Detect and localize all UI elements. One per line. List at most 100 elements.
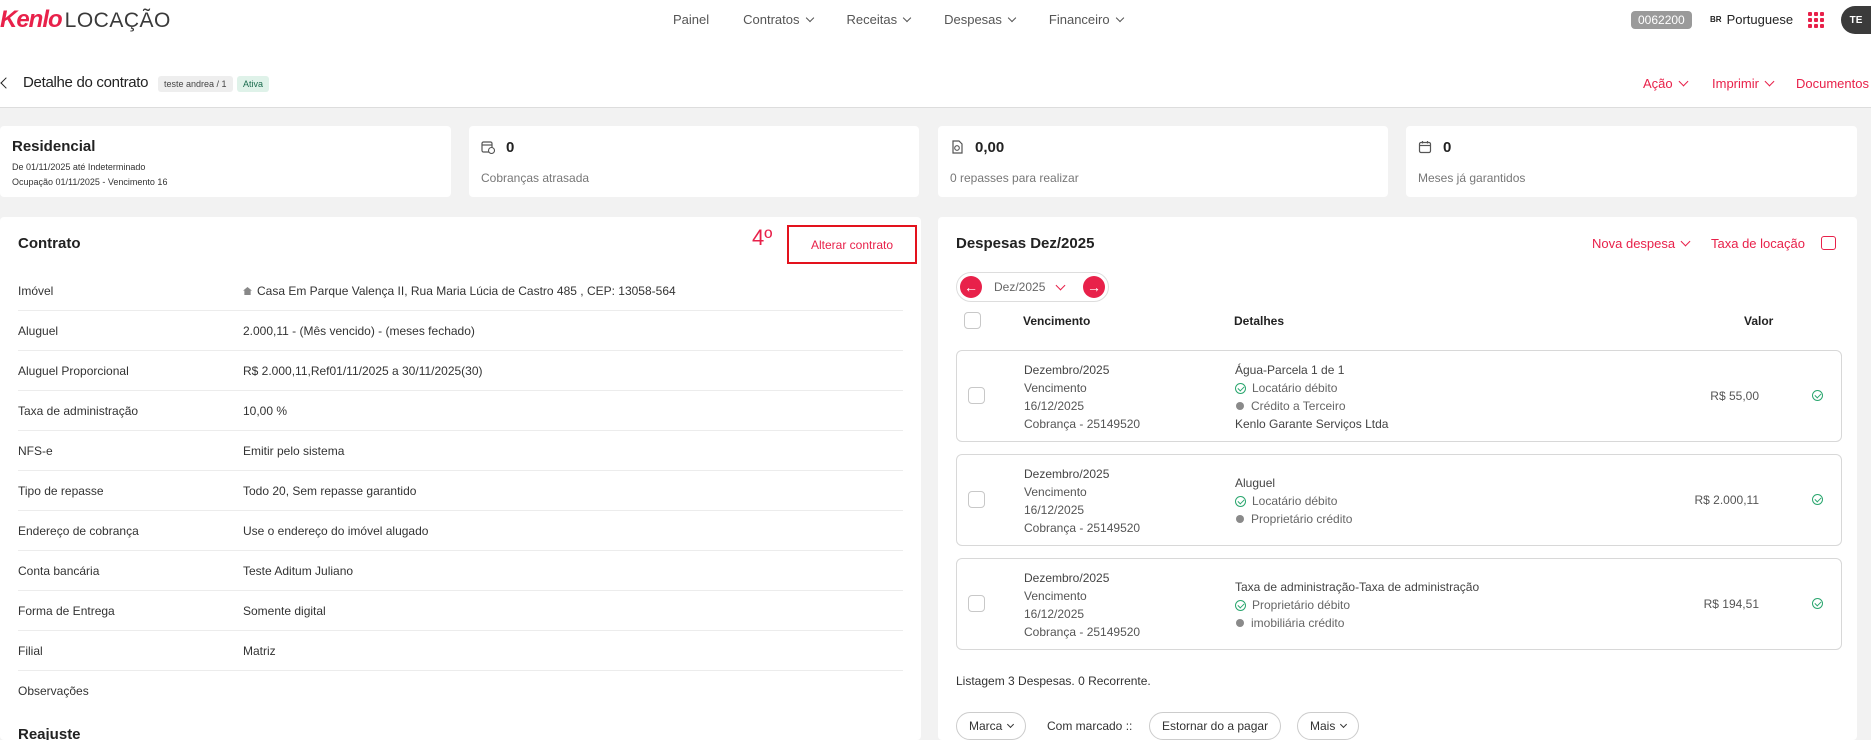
select-all-checkbox[interactable] [964, 312, 981, 329]
nav-despesas[interactable]: Despesas [944, 12, 1017, 27]
summary-card-cobrancas: 0 Cobranças atrasada [469, 126, 919, 197]
row-checkbox[interactable] [968, 491, 985, 508]
due-label: Vencimento [1024, 381, 1087, 395]
nav-contratos-label: Contratos [743, 12, 800, 27]
user-avatar[interactable]: TE [1841, 6, 1871, 34]
month-dropdown[interactable]: Dez/2025 [994, 280, 1066, 294]
expense-title: Aluguel [1235, 476, 1276, 490]
row-key: Aluguel Proporcional [18, 364, 129, 378]
nav-painel[interactable]: Painel [673, 12, 709, 27]
taxa-locacao-link[interactable]: Taxa de locação [1711, 236, 1805, 251]
row-key: Forma de Entrega [18, 604, 115, 618]
expense-row[interactable]: Dezembro/2025 Vencimento 16/12/2025 Cobr… [956, 350, 1842, 442]
expenses-table-header: Vencimento Detalhes Valor [956, 312, 1832, 336]
taxa-locacao-label: Taxa de locação [1711, 236, 1805, 251]
cobranca-ref: Cobrança - 25149520 [1024, 521, 1141, 535]
next-month-arrow-icon[interactable]: → [1083, 276, 1105, 298]
chevron-down-icon [805, 13, 814, 22]
acao-menu-button[interactable]: Ação [1643, 76, 1689, 91]
kenlo-logo[interactable]: Kenlo LOCAÇÃO [0, 6, 171, 34]
nav-painel-label: Painel [673, 12, 710, 27]
mais-label: Mais [1310, 719, 1336, 733]
nova-despesa-button[interactable]: Nova despesa [1592, 236, 1691, 251]
expense-details: Aluguel Locatário débito Proprietário cr… [1235, 474, 1352, 528]
overdue-label: Cobranças atrasada [481, 171, 590, 185]
nav-financeiro[interactable]: Financeiro [1049, 12, 1124, 27]
row-key: Imóvel [18, 284, 54, 298]
mais-dropdown[interactable]: Mais [1297, 712, 1360, 740]
back-arrow-icon[interactable] [0, 77, 12, 89]
cobranca-ref: Cobrança - 25149520 [1024, 625, 1141, 639]
prev-month-arrow-icon[interactable]: ← [960, 276, 982, 298]
due-info: Dezembro/2025 Vencimento 16/12/2025 Cobr… [1024, 361, 1140, 433]
check-circle-icon [1235, 495, 1246, 507]
contract-row-aluguel: Aluguel 2.000,11 - (Mês vencido) - (mese… [18, 311, 903, 351]
due-label: Vencimento [1024, 485, 1087, 499]
contract-tag: teste andrea / 1 [158, 76, 233, 92]
status-debit: Locatário débito [1252, 381, 1338, 395]
row-checkbox[interactable] [968, 595, 985, 612]
row-key: Tipo de repasse [18, 484, 104, 498]
due-date: 16/12/2025 [1024, 399, 1085, 413]
alter-contract-button[interactable]: Alterar contrato [787, 225, 917, 264]
expenses-panel: Despesas Dez/2025 Nova despesa Taxa de l… [938, 217, 1857, 740]
contract-row-conta-bancaria: Conta bancária Teste Aditum Juliano [18, 551, 903, 591]
expense-value: R$ 55,00 [1710, 389, 1759, 403]
contract-title: Contrato [18, 235, 81, 252]
listing-summary: Listagem 3 Despesas. 0 Recorrente. [956, 674, 1151, 688]
nav-contratos[interactable]: Contratos [743, 12, 814, 27]
nova-despesa-label: Nova despesa [1592, 236, 1676, 251]
summary-card-meses: 0 Meses já garantidos [1406, 126, 1857, 197]
row-key: Endereço de cobrança [18, 524, 139, 538]
chevron-down-icon [1678, 76, 1689, 87]
contract-row-tipo-repasse: Tipo de repasse Todo 20, Sem repasse gar… [18, 471, 903, 511]
chevron-down-icon [1764, 76, 1775, 87]
apps-grid-icon[interactable] [1808, 12, 1824, 28]
chevron-down-icon [902, 13, 912, 22]
expense-row[interactable]: Dezembro/2025 Vencimento 16/12/2025 Cobr… [956, 558, 1842, 650]
documentos-link[interactable]: Documentos [1796, 76, 1869, 91]
step-annotation: 4º [752, 225, 773, 250]
month-label: Dez/2025 [994, 280, 1046, 294]
row-value: Emitir pelo sistema [243, 444, 345, 458]
page-header: Detalhe do contrato teste andrea / 1 Ati… [0, 40, 1871, 108]
summary-card-repasses: 0,00 0 repasses para realizar [938, 126, 1388, 197]
due-date: 16/12/2025 [1024, 503, 1085, 517]
contract-row-imovel: Imóvel Casa Em Parque Valença II, Rua Ma… [18, 271, 903, 311]
estornar-button[interactable]: Estornar do a pagar [1149, 712, 1282, 740]
marca-dropdown[interactable]: Marca [956, 712, 1027, 740]
row-value: Somente digital [243, 604, 326, 618]
logo-brand: Kenlo [0, 6, 63, 33]
invoice-clock-icon [481, 141, 495, 154]
due-month: Dezembro/2025 [1024, 571, 1110, 585]
nav-receitas[interactable]: Receitas [847, 12, 912, 27]
row-key: Filial [18, 644, 43, 658]
imprimir-menu-button[interactable]: Imprimir [1712, 76, 1775, 91]
main-nav: Painel Contratos Receitas Despesas Finan… [673, 12, 1157, 27]
col-detalhes: Detalhes [1234, 314, 1285, 328]
due-label: Vencimento [1024, 589, 1087, 603]
expense-title: Água-Parcela 1 de 1 [1235, 363, 1345, 377]
paid-check-icon [1812, 598, 1823, 609]
status-credit: imobiliária crédito [1251, 616, 1345, 630]
card-title: Residencial [12, 138, 96, 155]
printer-icon[interactable] [1821, 236, 1836, 250]
language-selector[interactable]: BR Portuguese [1710, 12, 1793, 27]
repasses-value: 0,00 [975, 139, 1005, 156]
expense-title: Taxa de administração-Taxa de administra… [1235, 580, 1480, 594]
row-checkbox[interactable] [968, 387, 985, 404]
dot-icon [1236, 402, 1244, 410]
meses-value: 0 [1443, 139, 1452, 156]
top-navbar: Kenlo LOCAÇÃO Painel Contratos Receitas … [0, 0, 1871, 40]
logo-product: LOCAÇÃO [64, 9, 171, 32]
row-value: R$ 2.000,11,Ref01/11/2025 a 30/11/2025(3… [243, 364, 483, 378]
chevron-down-icon [1115, 13, 1124, 22]
cobranca-ref: Cobrança - 25149520 [1024, 417, 1141, 431]
row-key: NFS-e [18, 444, 53, 458]
row-value: Teste Aditum Juliano [243, 564, 354, 578]
money-document-icon [952, 140, 963, 154]
expense-row[interactable]: Dezembro/2025 Vencimento 16/12/2025 Cobr… [956, 454, 1842, 546]
contract-row-taxa-administracao: Taxa de administração 10,00 % [18, 391, 903, 431]
contract-row-forma-entrega: Forma de Entrega Somente digital [18, 591, 903, 631]
row-value: Use o endereço do imóvel alugado [243, 524, 429, 538]
